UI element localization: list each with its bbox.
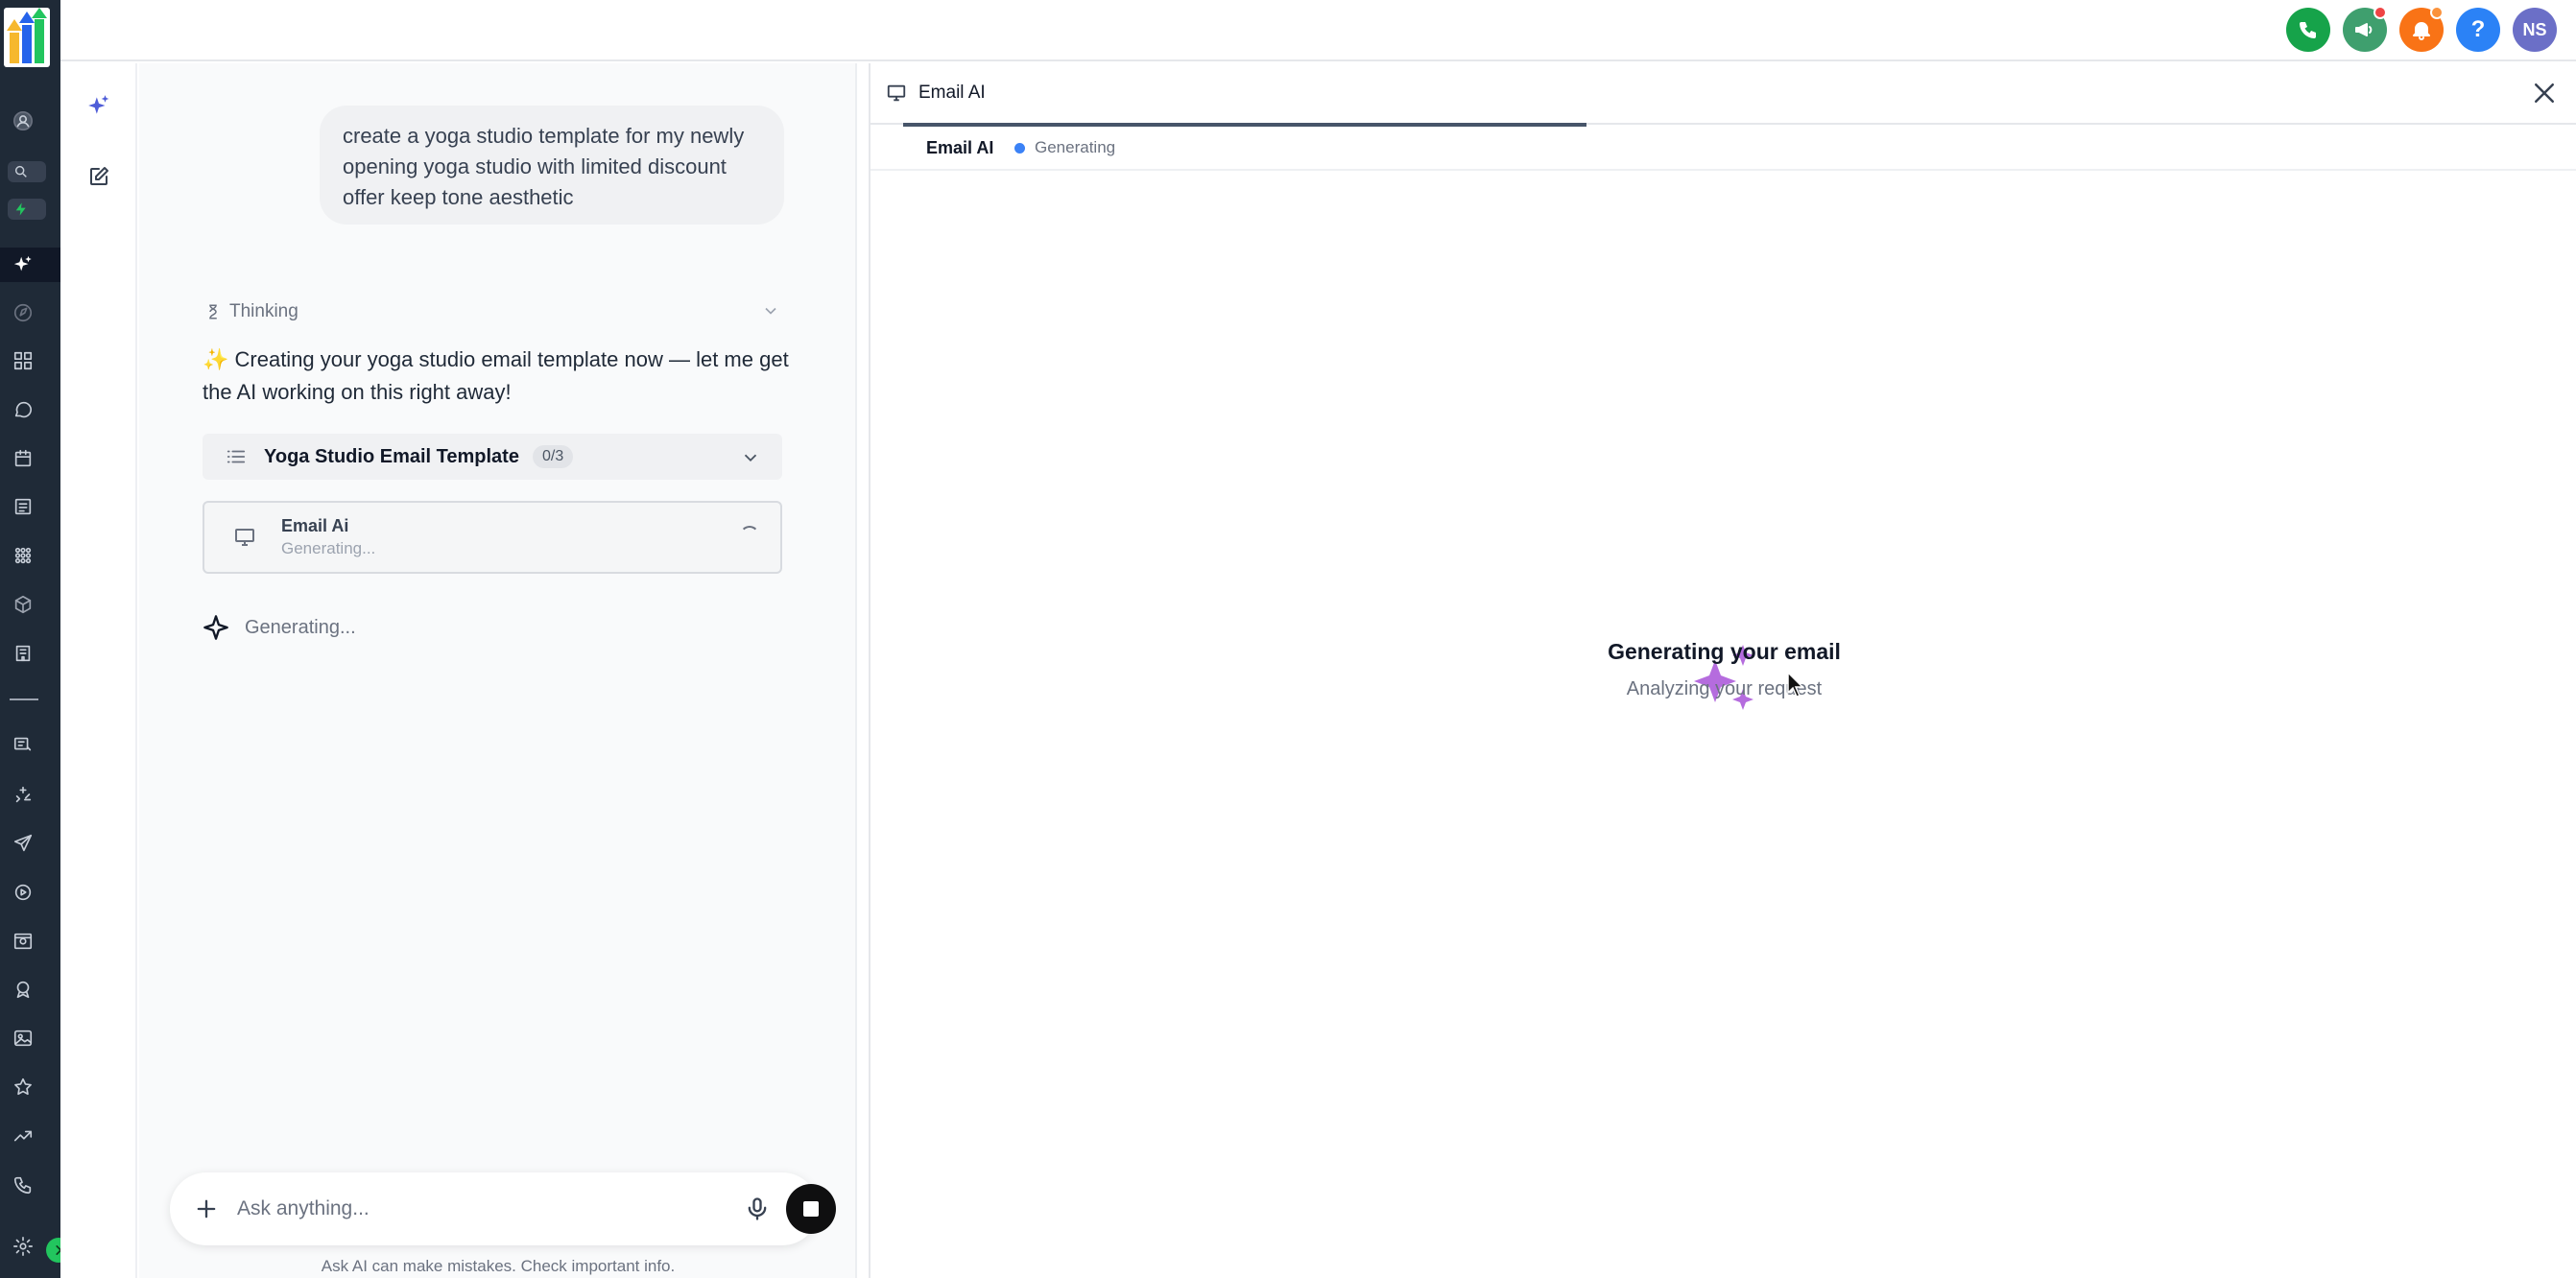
help-button[interactable]: ? <box>2456 8 2500 52</box>
generating-subtext: Analyzing your request <box>1626 678 1823 699</box>
thinking-label: Thinking <box>229 301 298 321</box>
reputation-icon[interactable] <box>8 877 38 908</box>
monitor-icon <box>887 84 906 102</box>
generating-indicator: Generating... <box>203 614 356 641</box>
marketing-icon[interactable] <box>8 729 38 760</box>
ai-disclaimer: Ask AI can make mistakes. Check importan… <box>321 1257 676 1275</box>
assistant-message: ✨ Creating your yoga studio email templa… <box>203 347 789 404</box>
close-icon[interactable] <box>2530 79 2559 107</box>
launchpad-icon[interactable] <box>8 297 38 328</box>
flash-icon[interactable] <box>8 199 46 220</box>
chat-input[interactable] <box>237 1194 679 1224</box>
search-icon[interactable] <box>8 161 46 182</box>
tab-email-ai[interactable]: Email AI <box>926 138 993 158</box>
phone-button[interactable] <box>2286 8 2330 52</box>
rail-divider <box>10 698 38 700</box>
task-item-status: Generating... <box>281 539 376 557</box>
media-icon[interactable] <box>8 1023 38 1053</box>
plus-icon[interactable] <box>193 1195 220 1222</box>
automation-icon[interactable] <box>8 779 38 810</box>
top-bar: ? NS <box>60 0 2576 61</box>
list-icon <box>227 450 246 463</box>
task-item-email-ai[interactable]: Email Ai Generating... <box>203 501 782 574</box>
mouse-cursor-icon <box>1787 672 1804 698</box>
payments-icon[interactable] <box>8 589 38 620</box>
task-group-title: Yoga Studio Email Template <box>264 445 519 467</box>
app-logo[interactable] <box>4 8 50 67</box>
generating-label: Generating... <box>245 616 356 638</box>
stop-icon <box>803 1201 819 1217</box>
loading-spinner-icon <box>740 526 759 545</box>
preview-title: Email AI <box>918 83 986 103</box>
settings-icon[interactable] <box>8 1231 38 1262</box>
dashboard-icon[interactable] <box>8 345 38 376</box>
user-message: create a yoga studio template for my new… <box>320 106 784 225</box>
preview-header: Email AI <box>871 63 2576 125</box>
chat-composer <box>170 1172 836 1245</box>
profile-avatar[interactable]: NS <box>2513 8 2557 52</box>
chat-panel: create a yoga studio template for my new… <box>139 63 857 1278</box>
chevron-down-icon <box>765 307 776 315</box>
generating-heading: Generating your email <box>1608 639 1841 664</box>
task-item-name: Email Ai <box>281 516 349 535</box>
ai-sidebar <box>60 63 137 1278</box>
hourglass-icon <box>209 304 217 320</box>
reporting-icon[interactable] <box>8 926 38 957</box>
email-preview-panel: Email AI Email AI Generating Generating … <box>869 63 2576 1278</box>
app-rail <box>0 0 60 1278</box>
calendar-icon[interactable] <box>8 443 38 474</box>
task-progress-badge: 0/3 <box>532 445 574 468</box>
generating-status-block: Generating your email Analyzing your req… <box>871 639 2576 700</box>
memberships-icon[interactable] <box>8 974 38 1005</box>
generation-status: Generating <box>1014 138 1115 157</box>
chevron-down-icon <box>744 454 757 462</box>
status-label: Generating <box>1035 138 1116 156</box>
phone-icon <box>2300 22 2316 38</box>
monitor-icon <box>235 529 254 546</box>
status-dot <box>1014 142 1025 154</box>
microphone-icon[interactable] <box>744 1195 771 1222</box>
sites-icon[interactable] <box>8 638 38 669</box>
preview-tabs: Email AI Generating <box>871 127 2576 171</box>
bell-icon <box>2413 22 2430 40</box>
notification-dot <box>2373 6 2387 19</box>
sparkle-outline-icon <box>203 615 228 640</box>
thinking-toggle[interactable]: Thinking <box>204 297 780 326</box>
phone-settings-icon[interactable] <box>8 1170 38 1200</box>
contacts-icon[interactable] <box>8 106 38 136</box>
star-icon[interactable] <box>8 1072 38 1102</box>
edit-icon <box>90 167 108 185</box>
sparkle-icon <box>88 95 109 114</box>
new-chat-button[interactable] <box>80 157 118 196</box>
ai-sparkle-icon[interactable] <box>8 249 38 280</box>
contacts-card-icon[interactable] <box>8 491 38 522</box>
trend-icon[interactable] <box>8 1121 38 1151</box>
announcements-button[interactable] <box>2343 6 2387 52</box>
megaphone-icon <box>2355 23 2373 36</box>
opportunities-icon[interactable] <box>8 540 38 571</box>
send-icon[interactable] <box>8 828 38 859</box>
stop-generation-button[interactable] <box>786 1184 836 1234</box>
notification-dot <box>2430 6 2444 19</box>
notifications-button[interactable] <box>2399 6 2444 52</box>
task-group-header[interactable]: Yoga Studio Email Template 0/3 <box>203 434 782 480</box>
ai-sparkle-button[interactable] <box>80 86 118 125</box>
conversations-icon[interactable] <box>8 394 38 425</box>
